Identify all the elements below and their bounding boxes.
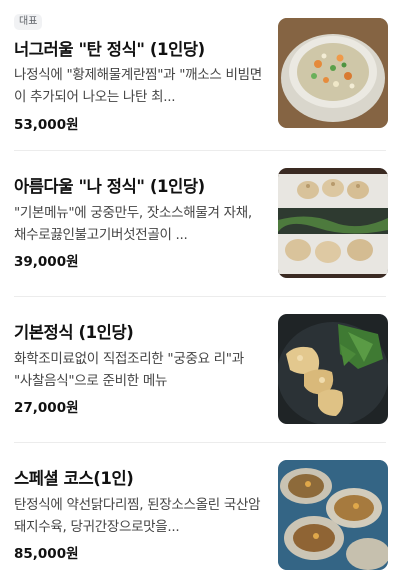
menu-item[interactable]: 대표 너그러울 "탄 정식" (1인당) 나정식에 "황제해물계란찜"과 "깨소… <box>0 0 400 150</box>
signature-badge: 대표 <box>14 14 43 30</box>
menu-item-price: 39,000원 <box>14 254 79 270</box>
shellfish-photo[interactable] <box>278 460 388 570</box>
menu-item-price: 85,000원 <box>14 546 79 562</box>
fried-dish-image <box>278 314 388 424</box>
menu-item[interactable]: 기본정식 (1인당) 화학조미료없이 직접조리한 "궁중요 리"과 "사찰음식"… <box>0 297 400 442</box>
menu-item-name: 스페셜 코스(1인) <box>14 469 134 488</box>
menu-item[interactable]: 아름다울 "나 정식" (1인당) "기본메뉴"에 궁중만두, 잣소스해물겨 자… <box>0 151 400 296</box>
menu-item-description: "기본메뉴"에 궁중만두, 잣소스해물겨 자채, 채수로끓인불고기버섯전골이 .… <box>14 205 252 243</box>
menu-item-description: 탄정식에 약선닭다리찜, 된장소스올린 국산암돼지수육, 당귀간장으로맛을... <box>14 497 261 535</box>
fried-dish-photo[interactable] <box>278 314 388 424</box>
soup-bowl-image <box>278 18 388 128</box>
menu-item-text: 스페셜 코스(1인) 탄정식에 약선닭다리찜, 된장소스올린 국산암돼지수육, … <box>14 465 264 583</box>
dumplings-image <box>278 168 388 278</box>
shellfish-image <box>278 460 388 570</box>
menu-item[interactable]: 스페셜 코스(1인) 탄정식에 약선닭다리찜, 된장소스올린 국산암돼지수육, … <box>0 443 400 583</box>
menu-item-text: 대표 너그러울 "탄 정식" (1인당) 나정식에 "황제해물계란찜"과 "깨소… <box>14 14 264 134</box>
menu-item-price: 27,000원 <box>14 400 79 416</box>
menu-item-name: 너그러울 "탄 정식" (1인당) <box>14 40 205 59</box>
menu-item-name: 아름다울 "나 정식" (1인당) <box>14 177 205 196</box>
menu-item-text: 아름다울 "나 정식" (1인당) "기본메뉴"에 궁중만두, 잣소스해물겨 자… <box>14 173 264 293</box>
menu-list: 대표 너그러울 "탄 정식" (1인당) 나정식에 "황제해물계란찜"과 "깨소… <box>0 0 400 583</box>
menu-item-description: 화학조미료없이 직접조리한 "궁중요 리"과 "사찰음식"으로 준비한 메뉴 <box>14 351 244 389</box>
menu-item-description: 나정식에 "황제해물계란찜"과 "깨소스 비빔면이 추가되어 나오는 나탄 최.… <box>14 67 262 105</box>
menu-item-text: 기본정식 (1인당) 화학조미료없이 직접조리한 "궁중요 리"과 "사찰음식"… <box>14 319 264 439</box>
soup-bowl-photo[interactable] <box>278 18 388 128</box>
menu-item-price: 53,000원 <box>14 117 79 133</box>
menu-item-name: 기본정식 (1인당) <box>14 323 134 342</box>
dumplings-photo[interactable] <box>278 168 388 278</box>
